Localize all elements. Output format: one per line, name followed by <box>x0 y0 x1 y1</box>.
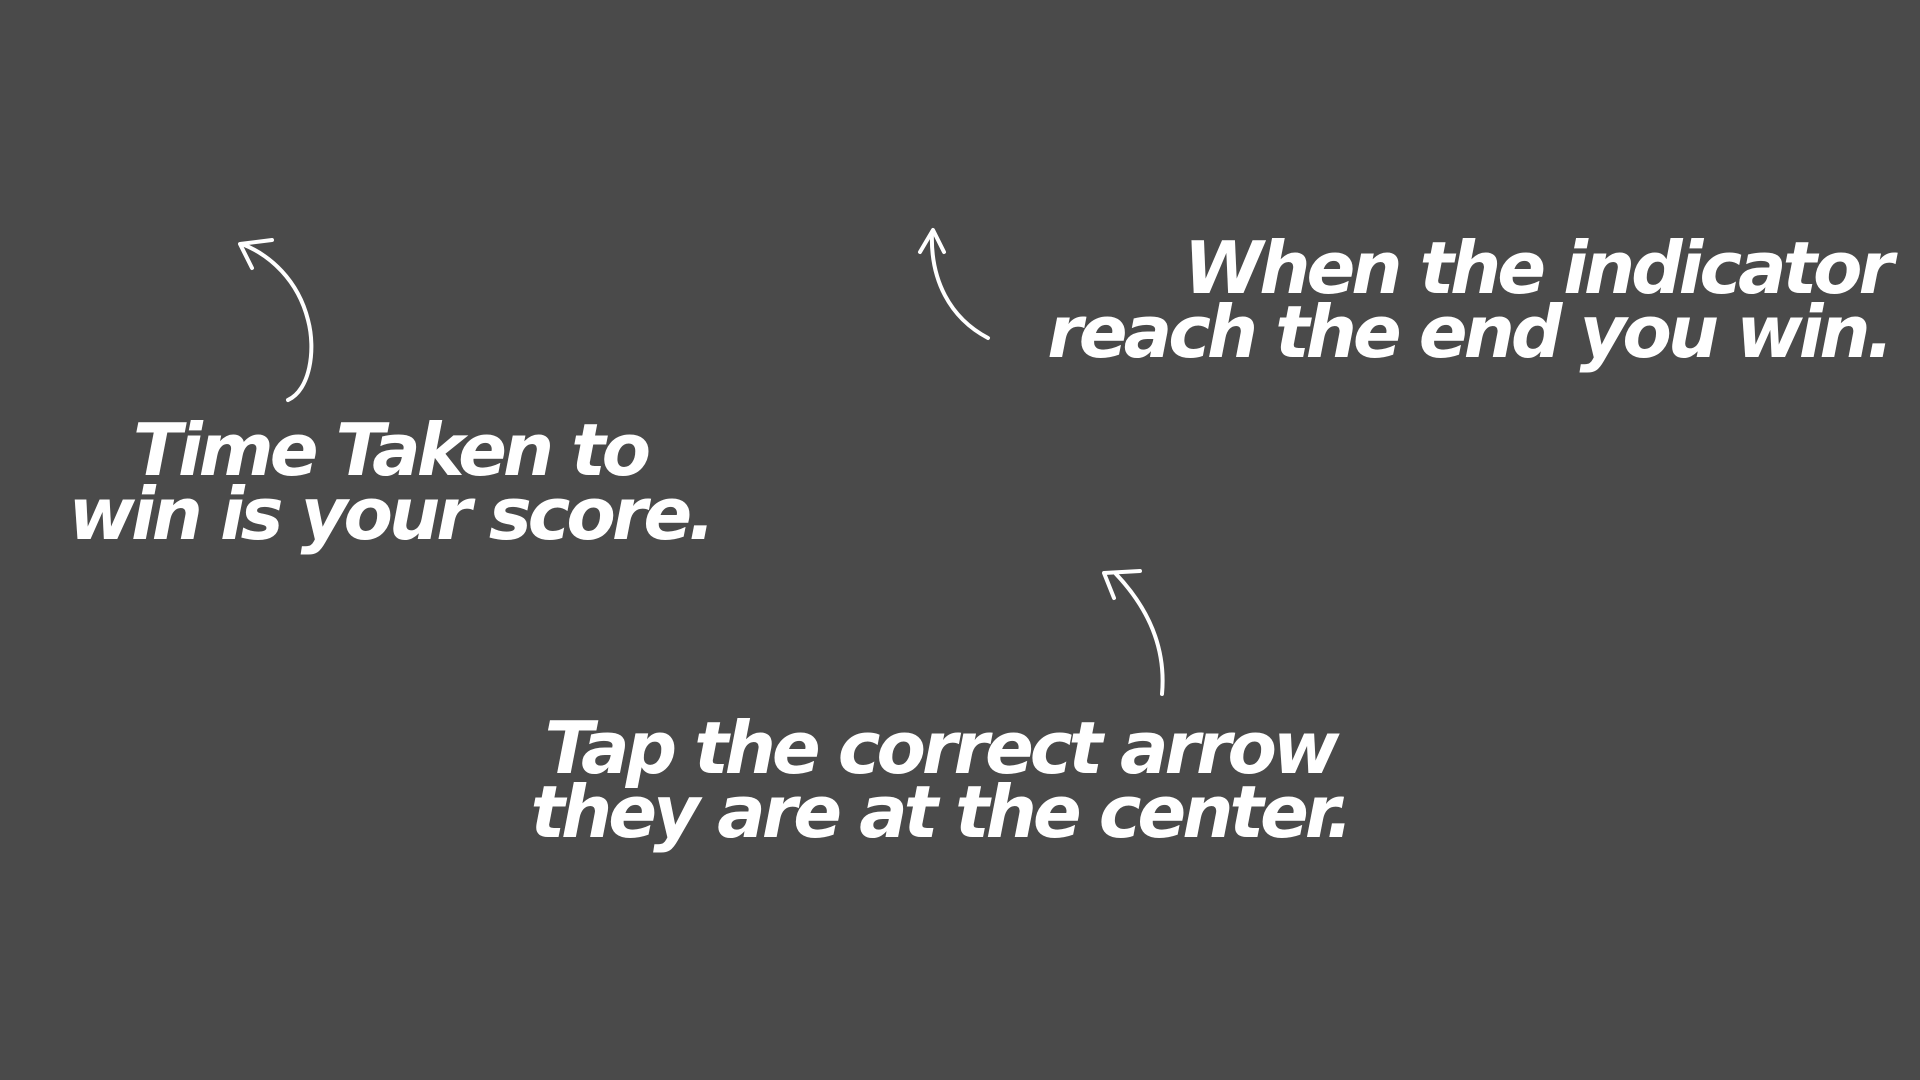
score-hint: Time Taken to win is your score. <box>60 414 720 556</box>
win-pointer-arrow-head <box>918 228 946 254</box>
tutorial-overlay: Time Taken to win is your score. When th… <box>0 0 1920 1080</box>
tap-pointer-arrow-shaft <box>1114 572 1165 696</box>
score-pointer-arrow-shaft <box>240 242 314 402</box>
win-hint: When the indicator reach the end you win… <box>1010 232 1894 374</box>
tap-hint: Tap the correct arrow they are at the ce… <box>520 712 1360 854</box>
win-pointer-arrow-shaft <box>929 230 990 340</box>
win-hint-line-2: reach the end you win. <box>1047 290 1894 374</box>
score-pointer-arrow-head <box>238 238 274 270</box>
tap-hint-line-2: they are at the center. <box>530 770 1354 854</box>
tap-pointer-arrow-head <box>1102 569 1142 600</box>
score-hint-line-2: win is your score. <box>68 472 715 556</box>
